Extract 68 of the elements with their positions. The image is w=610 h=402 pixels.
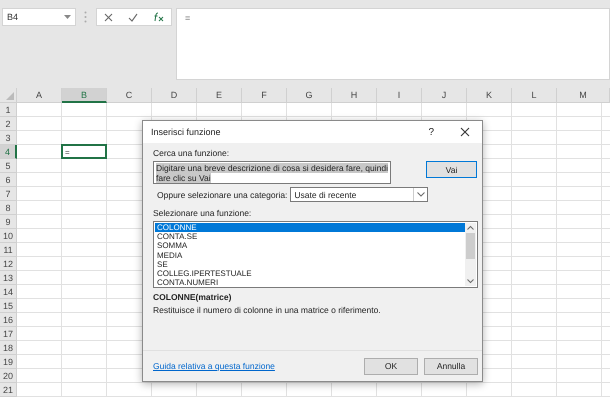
column-header[interactable]: K bbox=[467, 88, 512, 103]
function-list-item[interactable]: MEDIA bbox=[155, 250, 465, 260]
cancel-icon[interactable] bbox=[104, 12, 114, 22]
row-header[interactable]: 18 bbox=[0, 341, 17, 355]
chevron-down-icon bbox=[416, 192, 425, 197]
column-header[interactable]: F bbox=[242, 88, 287, 103]
cancel-button[interactable]: Annulla bbox=[424, 358, 478, 374]
category-dropdown[interactable]: Usate di recente bbox=[290, 187, 428, 202]
row-header[interactable]: 7 bbox=[0, 187, 17, 201]
row-header[interactable]: 4 bbox=[0, 145, 17, 159]
column-header[interactable]: G bbox=[287, 88, 332, 103]
scrollbar[interactable] bbox=[465, 223, 476, 286]
row-header[interactable]: 19 bbox=[0, 355, 17, 369]
help-link[interactable]: Guida relativa a questa funzione bbox=[153, 361, 358, 371]
column-header[interactable]: D bbox=[152, 88, 197, 103]
row-header[interactable]: 21 bbox=[0, 383, 17, 397]
row-header[interactable]: 6 bbox=[0, 173, 17, 187]
scroll-up-icon[interactable] bbox=[467, 225, 474, 230]
row-header[interactable]: 15 bbox=[0, 299, 17, 313]
column-header[interactable]: A bbox=[17, 88, 62, 103]
ok-button[interactable]: OK bbox=[364, 358, 418, 374]
row-header[interactable]: 16 bbox=[0, 313, 17, 327]
function-list-item[interactable]: COLLEG.IPERTESTUALE bbox=[155, 268, 465, 278]
row-header[interactable]: 11 bbox=[0, 243, 17, 257]
caret-icon bbox=[64, 15, 71, 19]
function-signature: COLONNE(matrice) bbox=[153, 292, 232, 302]
column-header[interactable]: C bbox=[107, 88, 152, 103]
row-header[interactable]: 12 bbox=[0, 257, 17, 271]
row-header[interactable]: 13 bbox=[0, 271, 17, 285]
check-icon[interactable] bbox=[128, 12, 138, 22]
search-label: Cerca una funzione: bbox=[153, 148, 230, 158]
row-header[interactable]: 17 bbox=[0, 327, 17, 341]
column-header[interactable]: E bbox=[197, 88, 242, 103]
grip-icon bbox=[84, 11, 87, 23]
column-header[interactable]: M bbox=[557, 88, 610, 103]
row-header[interactable]: 14 bbox=[0, 285, 17, 299]
close-icon[interactable] bbox=[460, 127, 470, 137]
dialog-title: Inserisci funzione bbox=[151, 127, 222, 137]
row-header[interactable]: 9 bbox=[0, 215, 17, 229]
column-header[interactable]: J bbox=[422, 88, 467, 103]
active-cell[interactable]: = bbox=[61, 144, 107, 159]
function-icon[interactable] bbox=[152, 12, 164, 22]
column-header[interactable]: I bbox=[377, 88, 422, 103]
category-label: Oppure selezionare una categoria: bbox=[157, 190, 288, 200]
scroll-down-icon[interactable] bbox=[467, 279, 474, 284]
function-list-item[interactable]: SOMMA bbox=[155, 241, 465, 251]
search-field[interactable]: Digitare una breve descrizione di cosa si desidera fare, quindi fare clic su Vai bbox=[153, 161, 391, 184]
name-box[interactable]: B4 bbox=[2, 8, 76, 26]
formula-field[interactable]: = bbox=[176, 8, 610, 80]
function-list-label: Selezionare una funzione: bbox=[153, 208, 252, 218]
help-button[interactable]: ? bbox=[428, 126, 434, 138]
function-list-item[interactable]: COLONNE bbox=[155, 223, 465, 232]
row-header[interactable]: 1 bbox=[0, 103, 17, 117]
row-header[interactable]: 2 bbox=[0, 117, 17, 131]
row-header[interactable]: 8 bbox=[0, 201, 17, 215]
function-list-item[interactable]: CONTA.SE bbox=[155, 232, 465, 242]
column-header[interactable]: B bbox=[62, 88, 107, 103]
column-header[interactable]: L bbox=[512, 88, 557, 103]
scrollbar-thumb[interactable] bbox=[466, 233, 475, 259]
row-header[interactable]: 10 bbox=[0, 229, 17, 243]
function-description: Restituisce il numero di colonne in una matrice o riferimento. bbox=[153, 305, 381, 315]
function-list-item[interactable]: CONTA.NUMERI bbox=[155, 278, 465, 288]
go-button[interactable]: Vai bbox=[426, 161, 477, 178]
column-header[interactable]: H bbox=[332, 88, 377, 103]
row-header[interactable]: 20 bbox=[0, 369, 17, 383]
row-header[interactable]: 3 bbox=[0, 131, 17, 145]
function-list-item[interactable]: SE bbox=[155, 260, 465, 269]
row-header[interactable]: 5 bbox=[0, 159, 17, 173]
